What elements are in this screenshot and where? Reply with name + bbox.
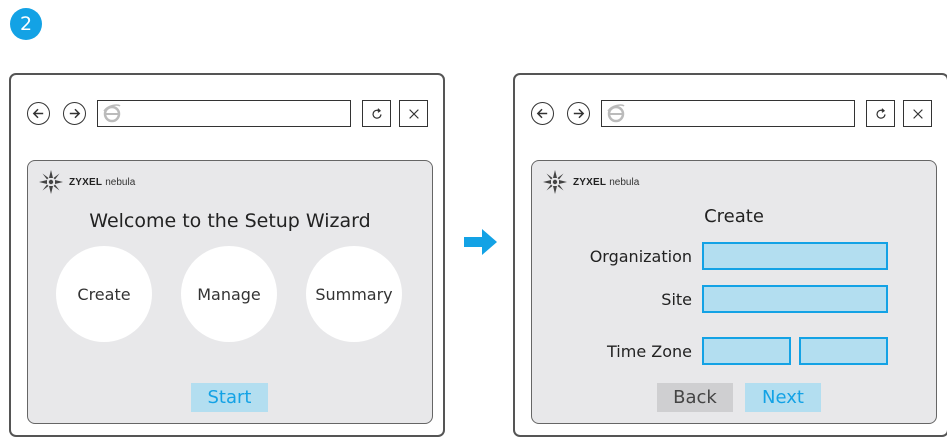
refresh-button[interactable] xyxy=(362,100,391,127)
forward-arrow-icon xyxy=(69,108,81,119)
manage-option-button[interactable]: Manage xyxy=(181,246,277,342)
brand-name: ZYXEL xyxy=(69,176,103,188)
product-name: nebula xyxy=(105,176,136,188)
close-button[interactable] xyxy=(903,100,932,127)
start-button[interactable]: Start xyxy=(191,383,268,412)
close-button[interactable] xyxy=(399,100,428,127)
ie-browser-icon xyxy=(103,104,121,123)
back-arrow-icon xyxy=(32,108,44,119)
back-arrow-icon xyxy=(536,108,548,119)
refresh-button[interactable] xyxy=(866,100,895,127)
site-label: Site xyxy=(661,290,692,309)
create-option-button[interactable]: Create xyxy=(56,246,152,342)
wizard-title: Welcome to the Setup Wizard xyxy=(89,210,371,232)
address-bar[interactable] xyxy=(97,100,351,127)
create-form-panel: ZYXEL nebula Create Organization Site Ti… xyxy=(531,160,937,424)
next-step-button[interactable]: Next xyxy=(745,383,821,412)
create-form-title: Create xyxy=(704,206,764,227)
forward-arrow-icon xyxy=(573,108,585,119)
nebula-logo-icon xyxy=(543,170,567,194)
back-button[interactable] xyxy=(531,102,554,125)
back-button[interactable] xyxy=(27,102,50,125)
organization-input[interactable] xyxy=(702,242,888,270)
next-step-arrow-icon xyxy=(464,229,497,255)
setup-wizard-panel: ZYXEL nebula Welcome to the Setup Wizard… xyxy=(27,160,433,424)
nebula-logo-icon xyxy=(39,170,63,194)
refresh-icon xyxy=(875,107,886,119)
browser-window-welcome: ZYXEL nebula Welcome to the Setup Wizard… xyxy=(9,73,445,437)
address-bar[interactable] xyxy=(601,100,855,127)
time-zone-select[interactable] xyxy=(799,337,888,365)
time-zone-input[interactable] xyxy=(702,337,791,365)
ie-browser-icon xyxy=(607,104,625,123)
step-number-badge: 2 xyxy=(10,8,42,40)
brand-name: ZYXEL xyxy=(573,176,607,188)
refresh-icon xyxy=(371,107,382,119)
zyxel-nebula-logo: ZYXEL nebula xyxy=(542,169,639,195)
forward-button[interactable] xyxy=(567,102,590,125)
close-icon xyxy=(408,108,419,119)
browser-window-create: ZYXEL nebula Create Organization Site Ti… xyxy=(513,73,947,437)
summary-option-button[interactable]: Summary xyxy=(306,246,402,342)
organization-label: Organization xyxy=(589,247,692,266)
zyxel-nebula-logo: ZYXEL nebula xyxy=(38,169,135,195)
close-icon xyxy=(912,108,923,119)
forward-button[interactable] xyxy=(63,102,86,125)
time-zone-label: Time Zone xyxy=(607,342,692,361)
product-name: nebula xyxy=(609,176,640,188)
site-input[interactable] xyxy=(702,285,888,313)
back-step-button[interactable]: Back xyxy=(657,383,733,412)
